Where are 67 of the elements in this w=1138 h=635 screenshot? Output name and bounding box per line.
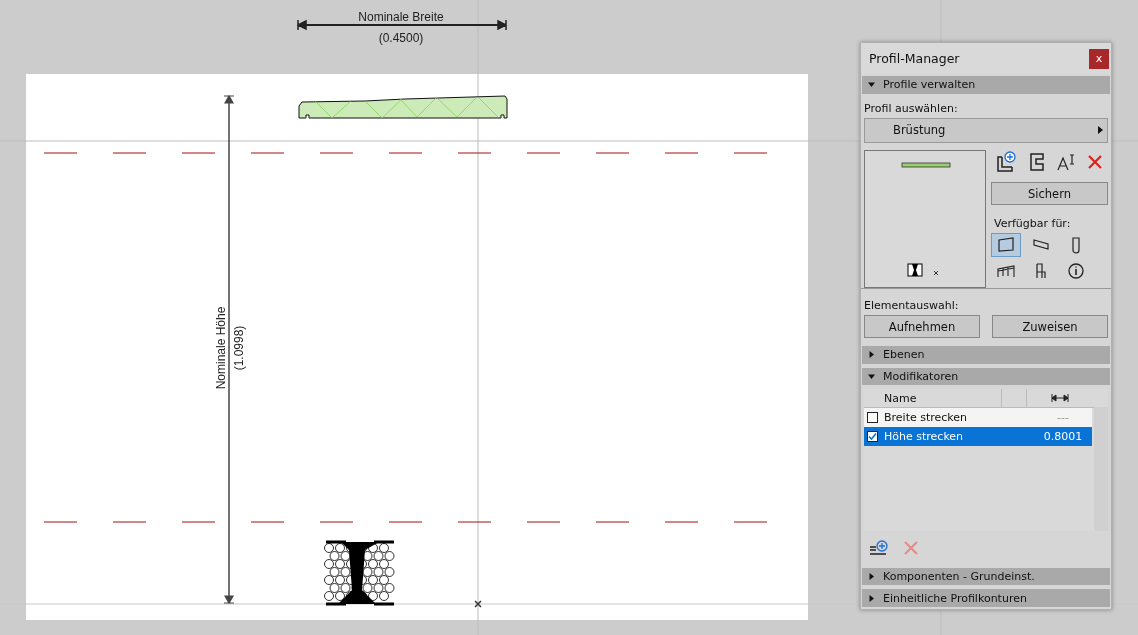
expanded-arrow-icon (868, 81, 875, 89)
delete-icon[interactable] (1087, 154, 1103, 171)
action-button[interactable]: Aufnehmen (864, 315, 980, 339)
dashed-guide-segment (43, 152, 78, 154)
dashed-guide-segment (181, 152, 216, 154)
dashed-guide-segment (526, 521, 561, 523)
dashed-guide-segment (112, 521, 147, 523)
field-label: Elementauswahl: (863, 298, 960, 315)
dashed-guide-segment (457, 152, 492, 154)
origin-marker-icon (474, 600, 482, 608)
field-label: Verfügbar für: (993, 216, 1072, 233)
new-profile-icon[interactable] (995, 151, 1017, 174)
dropdown-arrow-icon (1098, 126, 1103, 135)
profile-thumbnail-icon (907, 263, 941, 278)
dashed-guide-segment (664, 152, 699, 154)
dashed-guide-segment (457, 521, 492, 523)
dashed-guide-segment (250, 521, 285, 523)
close-button[interactable]: x (1089, 48, 1109, 69)
collapsed-arrow-icon (868, 594, 875, 602)
section-header[interactable]: Einheitliche Profilkonturen (862, 589, 1110, 607)
dashed-guide-segment (595, 152, 630, 154)
collapsed-arrow-icon (868, 351, 875, 359)
modifier-value: --- (1056, 411, 1070, 425)
dashed-guide-segment (664, 521, 699, 523)
column-header: Name (864, 389, 1002, 408)
dashed-guide-segment (388, 521, 423, 523)
dashed-guide-segment (319, 521, 354, 523)
dimension-value: (0.4500) (378, 31, 424, 45)
dashed-guide-segment (250, 152, 285, 154)
rename-icon[interactable] (1057, 153, 1077, 172)
section-header[interactable]: Modifikatoren (862, 367, 1110, 386)
panel-title: Profil-Manager (869, 51, 960, 67)
dashed-guide-segment (526, 152, 561, 154)
section-header[interactable]: Ebenen (862, 346, 1110, 364)
modifier-row[interactable]: Breite strecken --- (864, 408, 1092, 428)
field-label: Profil auswählen: (863, 100, 959, 117)
action-button[interactable]: Zuweisen (992, 315, 1108, 339)
save-button[interactable]: Sichern (991, 182, 1108, 206)
dashed-guide-segment (733, 152, 768, 154)
modifier-value: 0.8001 (1042, 430, 1084, 444)
add-modifier-icon[interactable] (869, 540, 889, 557)
profile-drawing (324, 540, 396, 606)
modifier-name: Höhe strecken (884, 430, 965, 444)
dashed-guide-segment (388, 152, 423, 154)
dimension-value: (1.0998) (232, 325, 246, 371)
profile-dropdown[interactable]: Brüstung (864, 117, 1108, 144)
wall-tool-icon[interactable] (991, 233, 1021, 258)
dimension-label: Nominale Breite (358, 10, 444, 24)
section-header[interactable]: Komponenten - Grundeinst. (862, 567, 1110, 586)
modifier-name: Breite strecken (884, 411, 969, 425)
section-header[interactable]: Profile verwalten (862, 76, 1110, 94)
dimension-label: Nominale Höhe (214, 306, 228, 390)
expanded-arrow-icon (868, 372, 875, 380)
checkbox[interactable] (867, 412, 878, 424)
collapsed-arrow-icon (868, 573, 875, 581)
dashed-guide-segment (112, 152, 147, 154)
dashed-guide-segment (43, 521, 78, 523)
dashed-guide-segment (181, 521, 216, 523)
dashed-guide-segment (319, 152, 354, 154)
width-column-icon (1051, 394, 1069, 403)
dashed-guide-segment (595, 521, 630, 523)
duplicate-profile-icon[interactable] (1027, 151, 1047, 174)
dashed-guide-segment (733, 521, 768, 523)
checkbox[interactable] (867, 431, 878, 443)
modifier-row[interactable]: Höhe strecken 0.8001 (864, 427, 1092, 447)
scrollbar[interactable] (1094, 407, 1108, 531)
profile-thumbnail-icon (901, 162, 951, 169)
